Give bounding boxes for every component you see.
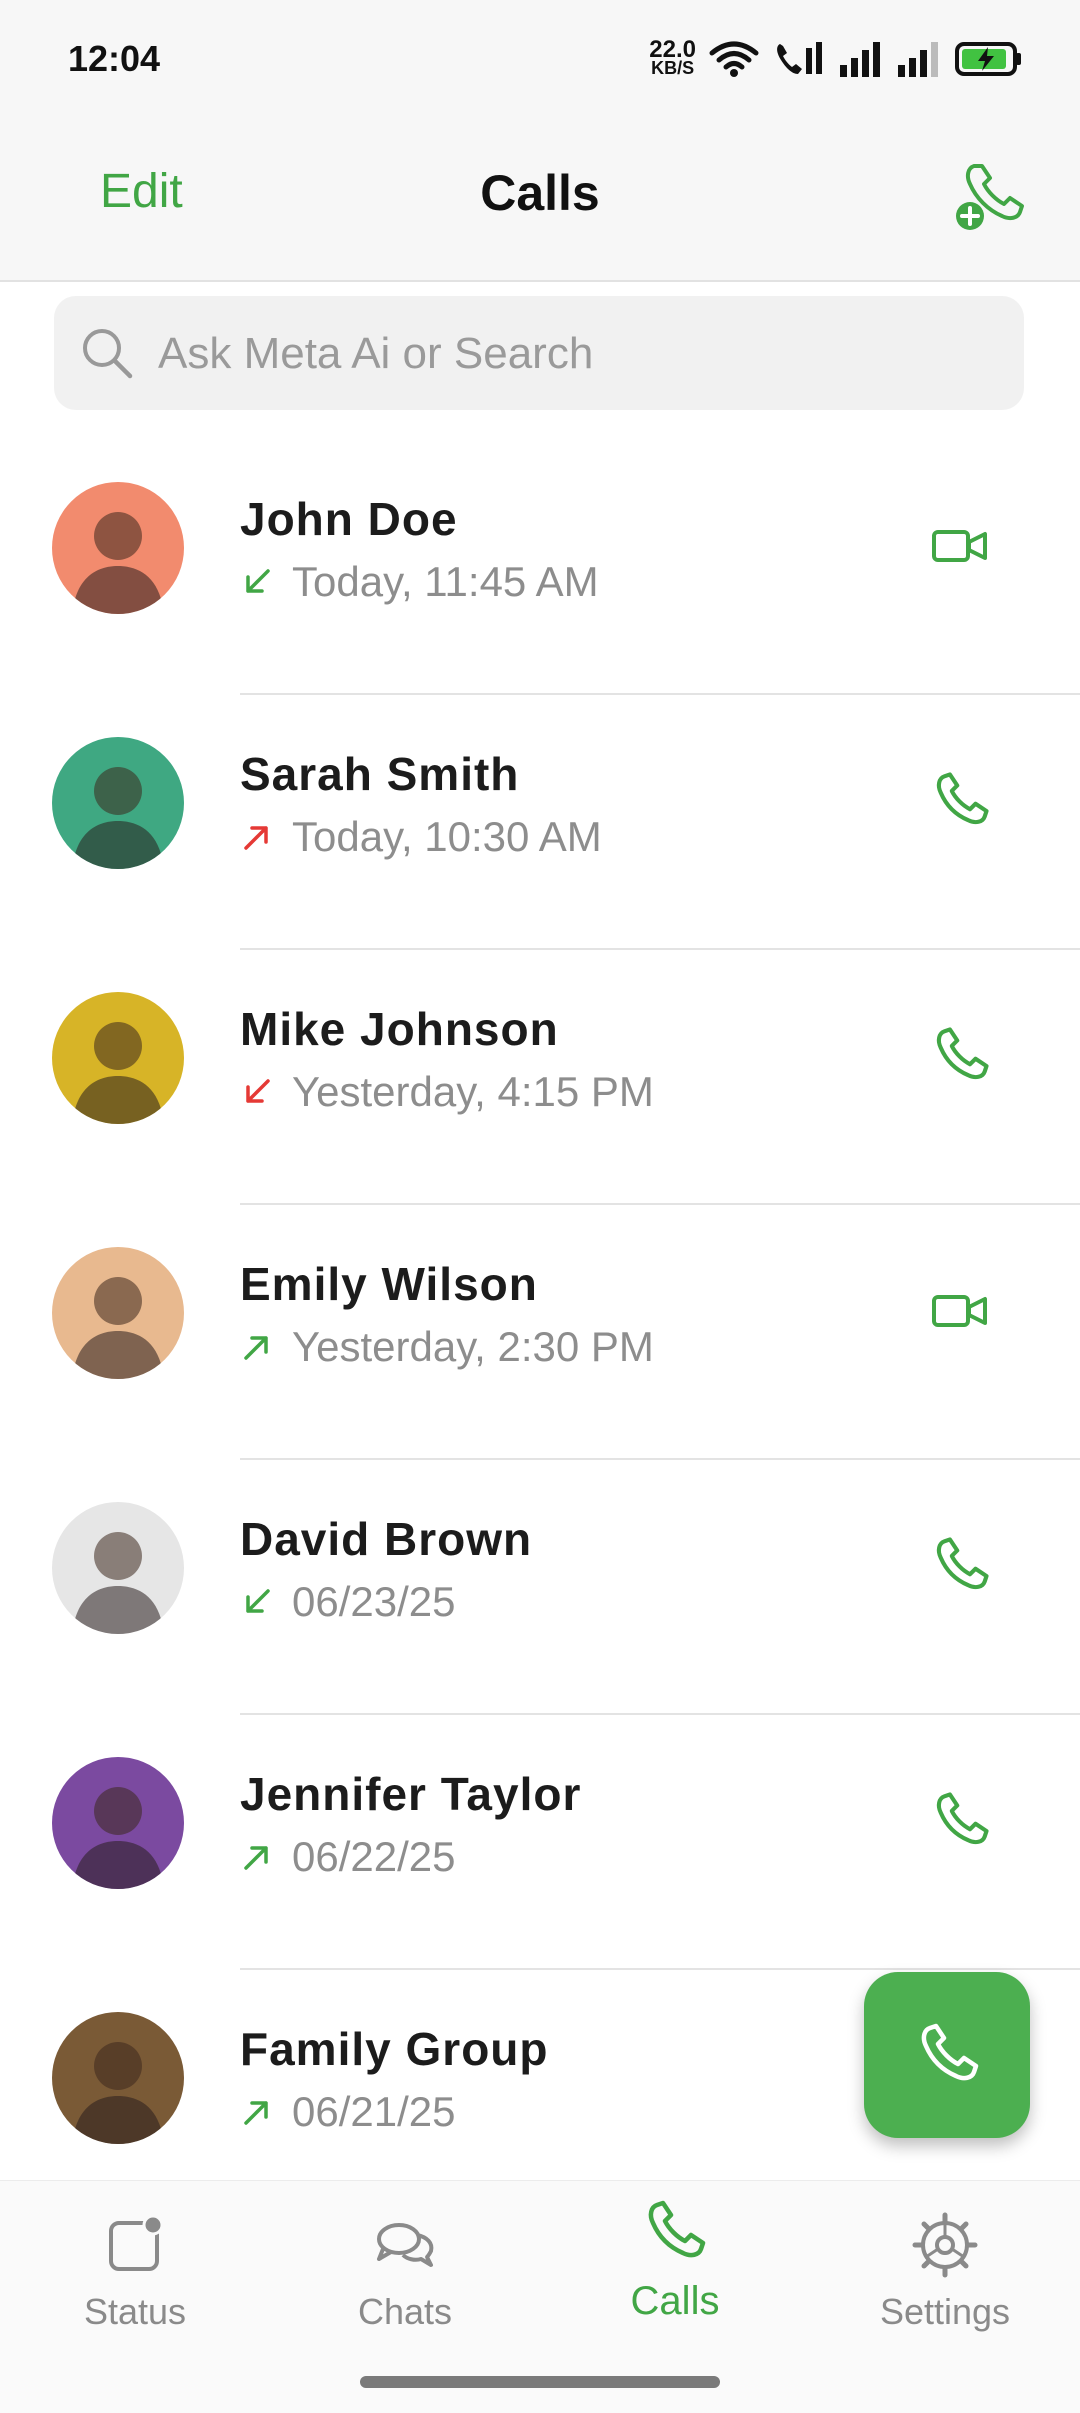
avatar-person-icon [72, 1787, 164, 1889]
contact-name: John Doe [240, 493, 458, 545]
call-row[interactable]: John Doe Today, 11:45 AM [0, 440, 1080, 695]
network-speed-value: 22.0 [649, 36, 696, 63]
wifi-icon [709, 41, 759, 77]
contact-name: Sarah Smith [240, 748, 520, 800]
call-meta: 06/23/25 [240, 1578, 456, 1626]
chats-icon [377, 2223, 434, 2267]
signal-icon [840, 42, 880, 77]
call-row[interactable]: Emily Wilson Yesterday, 2:30 PM [0, 1205, 1080, 1460]
nav-status-label: Status [83, 2291, 187, 2332]
contact-name: Emily Wilson [240, 1258, 538, 1310]
voice-call-button[interactable] [922, 1528, 998, 1604]
call-meta: Today, 11:45 AM [240, 558, 599, 606]
outgoing-call-arrow-icon [244, 826, 268, 850]
avatar[interactable] [52, 737, 184, 869]
status-time: 12:04 [68, 38, 161, 79]
video-call-button[interactable] [922, 508, 998, 584]
new-call-fab[interactable] [864, 1972, 1030, 2138]
call-row[interactable]: Sarah Smith Today, 10:30 AM [0, 695, 1080, 950]
call-time: 06/22/25 [292, 1833, 456, 1880]
page-title: Calls [480, 165, 600, 221]
outgoing-call-arrow-icon [244, 2101, 268, 2125]
avatar-person-icon [72, 1277, 164, 1379]
app-header: Edit Calls [0, 120, 1080, 282]
avatar[interactable] [52, 992, 184, 1124]
nav-calls[interactable]: Calls [540, 2197, 810, 2347]
avatar[interactable] [52, 1502, 184, 1634]
call-time: 06/21/25 [292, 2088, 456, 2135]
avatar-person-icon [72, 1022, 164, 1124]
call-time: Yesterday, 2:30 PM [292, 1323, 654, 1370]
nav-settings[interactable]: Settings [810, 2209, 1080, 2359]
volte-icon [777, 42, 822, 74]
call-row[interactable]: Jennifer Taylor 06/22/25 [0, 1715, 1080, 1970]
avatar[interactable] [52, 1757, 184, 1889]
avatar-person-icon [72, 512, 164, 614]
contact-name: Jennifer Taylor [240, 1768, 582, 1820]
search-icon [83, 329, 133, 379]
search-input[interactable] [156, 296, 1000, 412]
call-row[interactable]: Mike Johnson Yesterday, 4:15 PM [0, 950, 1080, 1205]
settings-icon [912, 2212, 978, 2278]
signal-icon [898, 42, 938, 77]
status-icon [109, 2214, 164, 2271]
contact-name: Mike Johnson [240, 1003, 559, 1055]
phone-icon [921, 2023, 979, 2081]
contact-name: Family Group [240, 2023, 549, 2075]
avatar-person-icon [72, 2042, 164, 2144]
contact-name: David Brown [240, 1513, 533, 1565]
call-time: Today, 10:30 AM [292, 813, 602, 860]
outgoing-call-arrow-icon [244, 1336, 268, 1360]
nav-status[interactable]: Status [0, 2209, 270, 2359]
incoming-call-arrow-icon [246, 1589, 270, 1613]
home-indicator[interactable] [360, 2376, 720, 2388]
voice-call-button[interactable] [922, 763, 998, 839]
video-call-icon [932, 1295, 987, 1327]
voice-call-icon [936, 1792, 989, 1845]
call-time: 06/23/25 [292, 1578, 456, 1625]
status-icons: 22.0 KB/S [649, 34, 1024, 84]
search-bar[interactable] [54, 296, 1024, 412]
add-call-icon[interactable] [952, 158, 1028, 234]
network-speed: 22.0 KB/S [649, 36, 696, 78]
video-call-button[interactable] [922, 1273, 998, 1349]
network-speed-unit: KB/S [651, 58, 695, 78]
avatar-person-icon [72, 767, 164, 869]
call-time: Today, 11:45 AM [292, 558, 599, 605]
voice-call-icon [936, 1027, 989, 1080]
calls-list: John Doe Today, 11:45 AM Sarah Smith Today,… [0, 440, 1080, 2225]
outgoing-call-arrow-icon [244, 1846, 268, 1870]
call-row[interactable]: David Brown 06/23/25 [0, 1460, 1080, 1715]
video-call-icon [932, 530, 987, 562]
call-meta: 06/21/25 [240, 2088, 456, 2136]
nav-chats-label: Chats [357, 2291, 453, 2332]
incoming-call-arrow-icon [246, 569, 270, 593]
voice-call-icon [936, 772, 989, 825]
nav-calls-label: Calls [630, 2279, 720, 2323]
avatar-person-icon [72, 1532, 164, 1634]
avatar[interactable] [52, 1247, 184, 1379]
voice-call-button[interactable] [922, 1018, 998, 1094]
nav-chats[interactable]: Chats [270, 2209, 540, 2359]
call-meta: Yesterday, 4:15 PM [240, 1068, 654, 1116]
avatar[interactable] [52, 482, 184, 614]
call-time: Yesterday, 4:15 PM [292, 1068, 654, 1115]
status-bar: 12:04 22.0 KB/S [0, 0, 1080, 120]
call-meta: Yesterday, 2:30 PM [240, 1323, 654, 1371]
voice-call-button[interactable] [922, 1783, 998, 1859]
voice-call-icon [936, 1537, 989, 1590]
avatar[interactable] [52, 2012, 184, 2144]
calls-icon [648, 2200, 706, 2258]
incoming-call-arrow-icon [246, 1079, 270, 1103]
call-meta: 06/22/25 [240, 1833, 456, 1881]
call-meta: Today, 10:30 AM [240, 813, 602, 861]
nav-settings-label: Settings [879, 2291, 1011, 2332]
battery-charging-icon [955, 42, 1021, 76]
